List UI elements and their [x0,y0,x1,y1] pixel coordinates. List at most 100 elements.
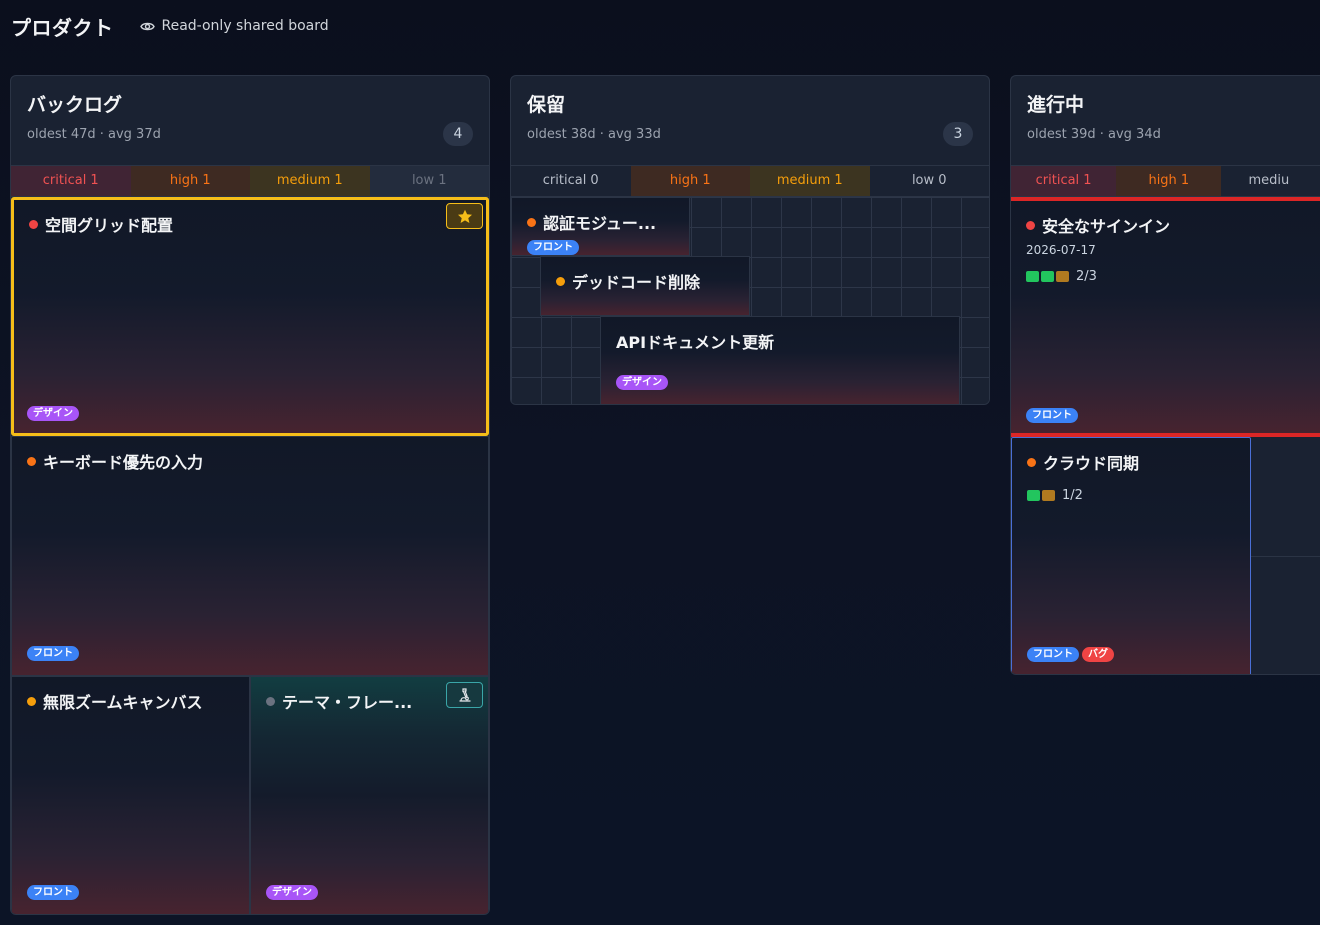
card-title: 無限ズームキャンバス [27,689,203,713]
column-header: バックログ oldest 47d · avg 37d 4 [11,76,489,165]
column-backlog: バックログ oldest 47d · avg 37d 4 critical 1 … [10,75,490,915]
card-title-text: 無限ズームキャンバス [43,693,203,712]
card-tags: デザイン [266,885,321,900]
card-grid: 空間グリッド配置 デザイン キーボード優先の入力 フロント 無限ズームキャンバス… [11,196,489,914]
star-icon [457,209,472,223]
priority-summary: critical 1 high 1 medium 1 low 1 [11,165,489,197]
priority-high-dot [1027,457,1036,467]
card-tags: フロント [27,885,82,900]
tag-design: デザイン [616,375,668,390]
card-grid: 認証モジュー... フロント デッドコード削除 APIドキュメント更新 デザイン [511,196,989,404]
card-secure-signin[interactable]: 安全なサインイン 2026-07-17 2/3 フロント [1011,197,1320,437]
card-tags: フロント [527,240,582,255]
card-dead-code[interactable]: デッドコード削除 [540,256,750,316]
column-title: バックログ [27,94,123,116]
card-keyboard-input[interactable]: キーボード優先の入力 フロント [11,436,489,676]
card-tags: フロント [1026,408,1081,423]
card-tags: フロント バグ [1027,647,1117,662]
column-age-stats: oldest 39d · avg 34d [1027,127,1161,142]
priority-medium-count[interactable]: mediu [1221,166,1320,197]
priority-medium-count[interactable]: medium 1 [750,166,870,197]
priority-high-dot [527,217,536,227]
tag-front: フロント [1027,647,1079,662]
empty-slot [1251,437,1320,557]
readonly-label: Read-only shared board [161,18,329,34]
priority-low-count[interactable]: low 1 [369,166,489,197]
priority-high-dot [27,456,36,466]
priority-high-count[interactable]: high 1 [1116,166,1222,197]
progress-done-segment [1027,490,1040,501]
priority-medium-count[interactable]: medium 1 [250,166,370,197]
column-title: 進行中 [1027,94,1085,116]
card-title-text: 安全なサインイン [1042,217,1171,236]
card-spatial-grid[interactable]: 空間グリッド配置 デザイン [11,197,489,436]
card-title-text: 空間グリッド配置 [45,216,174,235]
card-title: 空間グリッド配置 [29,212,173,236]
card-cloud-sync[interactable]: クラウド同期 1/2 フロント バグ [1011,437,1251,674]
priority-critical-count[interactable]: critical 1 [1011,166,1117,197]
microscope-icon [459,688,470,702]
card-title-text: キーボード優先の入力 [43,453,204,472]
priority-critical-dot [29,219,38,229]
column-header: 保留 oldest 38d · avg 33d 3 [511,76,989,165]
progress-pending-segment [1056,271,1069,282]
card-tags: デザイン [616,375,671,390]
card-title: テーマ・フレー... [266,689,412,713]
card-infinite-zoom[interactable]: 無限ズームキャンバス フロント [11,676,250,914]
card-title-text: テーマ・フレー... [282,693,413,712]
priority-high-count[interactable]: high 1 [130,166,250,197]
card-tags: デザイン [27,406,82,421]
card-grid: 安全なサインイン 2026-07-17 2/3 フロント クラウド同期 1/2 [1011,196,1320,674]
card-api-docs[interactable]: APIドキュメント更新 デザイン [600,316,960,404]
card-title: クラウド同期 [1027,450,1139,474]
tag-bug: バグ [1082,647,1114,662]
card-title-text: クラウド同期 [1043,454,1140,473]
priority-summary: critical 0 high 1 medium 1 low 0 [511,165,989,197]
column-header: 進行中 oldest 39d · avg 34d [1011,76,1320,165]
card-title: 安全なサインイン [1026,213,1170,237]
card-title: キーボード優先の入力 [27,449,203,473]
card-title: APIドキュメント更新 [616,329,774,353]
card-auth-module[interactable]: 認証モジュー... フロント [511,197,690,256]
readonly-indicator: Read-only shared board [139,18,329,34]
favorite-button[interactable] [446,203,483,229]
card-title-text: デッドコード削除 [572,273,701,292]
tag-front: フロント [527,240,579,255]
card-theme-frame[interactable]: テーマ・フレー... デザイン [250,676,489,914]
column-age-stats: oldest 38d · avg 33d [527,127,661,142]
column-age-stats: oldest 47d · avg 37d [27,127,161,142]
tag-front: フロント [1026,408,1078,423]
progress-pending-segment [1042,490,1055,501]
tag-design: デザイン [266,885,318,900]
tag-front: フロント [27,646,79,661]
priority-low-count[interactable]: low 0 [869,166,989,197]
priority-critical-dot [1026,220,1035,230]
board-header: プロダクト Read-only shared board [11,12,329,40]
priority-critical-count[interactable]: critical 1 [11,166,131,197]
priority-summary: critical 1 high 1 mediu [1011,165,1320,197]
card-title: 認証モジュー... [527,210,656,234]
progress-label: 1/2 [1062,488,1083,503]
priority-critical-count[interactable]: critical 0 [511,166,631,197]
subtask-progress: 1/2 [1027,488,1083,503]
priority-medium-dot [27,696,36,706]
column-in-progress: 進行中 oldest 39d · avg 34d critical 1 high… [1010,75,1320,675]
progress-label: 2/3 [1076,269,1097,284]
subtask-progress: 2/3 [1026,269,1097,284]
lab-button[interactable] [446,682,483,708]
column-card-count: 4 [443,122,473,146]
card-title-text: 認証モジュー... [543,214,657,233]
priority-low-dot [266,696,275,706]
tag-front: フロント [27,885,79,900]
priority-high-count[interactable]: high 1 [630,166,750,197]
progress-done-segment [1041,271,1054,282]
tag-design: デザイン [27,406,79,421]
priority-medium-dot [556,276,565,286]
column-on-hold: 保留 oldest 38d · avg 33d 3 critical 0 hig… [510,75,990,405]
due-date: 2026-07-17 [1026,243,1096,257]
column-title: 保留 [527,94,566,116]
progress-done-segment [1026,271,1039,282]
column-card-count: 3 [943,122,973,146]
board-title: プロダクト [11,15,114,40]
card-title-text: APIドキュメント更新 [616,333,775,352]
